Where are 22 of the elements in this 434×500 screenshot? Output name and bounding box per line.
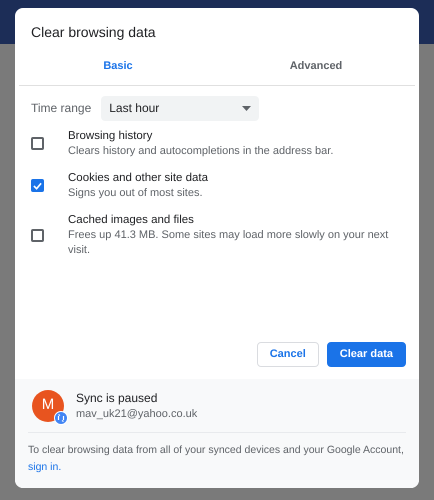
sign-in-link[interactable]: sign in. [28, 461, 62, 473]
sync-paused-icon [54, 410, 68, 424]
tab[interactable]: Basic [19, 51, 217, 84]
time-range-dropdown[interactable]: Last hour [101, 96, 260, 120]
tab[interactable]: Advanced [217, 51, 415, 84]
checkbox[interactable] [31, 137, 44, 150]
option-description: Clears history and autocompletions in the address bar. [68, 144, 334, 158]
option-title: Cookies and other site data [68, 170, 208, 186]
clear-data-button[interactable]: Clear data [326, 342, 406, 367]
option-title: Browsing history [68, 128, 154, 144]
cancel-button[interactable]: Cancel [256, 342, 319, 367]
sync-status: Sync is paused [76, 390, 158, 407]
checkbox[interactable] [31, 228, 44, 242]
footer-text: To clear browsing data from all of your synced devices and your Google Account, sign in. [28, 443, 405, 475]
option-title: Cached images and files [68, 212, 195, 228]
checkbox[interactable] [31, 179, 44, 192]
time-range-label: Time range [31, 100, 92, 117]
dialog-title: Clear browsing data [30, 23, 157, 42]
option-description: Signs you out of most sites. [68, 186, 204, 200]
account-email: mav_uk21@yahoo.co.uk [76, 407, 198, 422]
option-description: Frees up 41.3 MB. Some sites may load more slowly on your next visit. [68, 228, 390, 258]
caret-icon [242, 106, 252, 110]
